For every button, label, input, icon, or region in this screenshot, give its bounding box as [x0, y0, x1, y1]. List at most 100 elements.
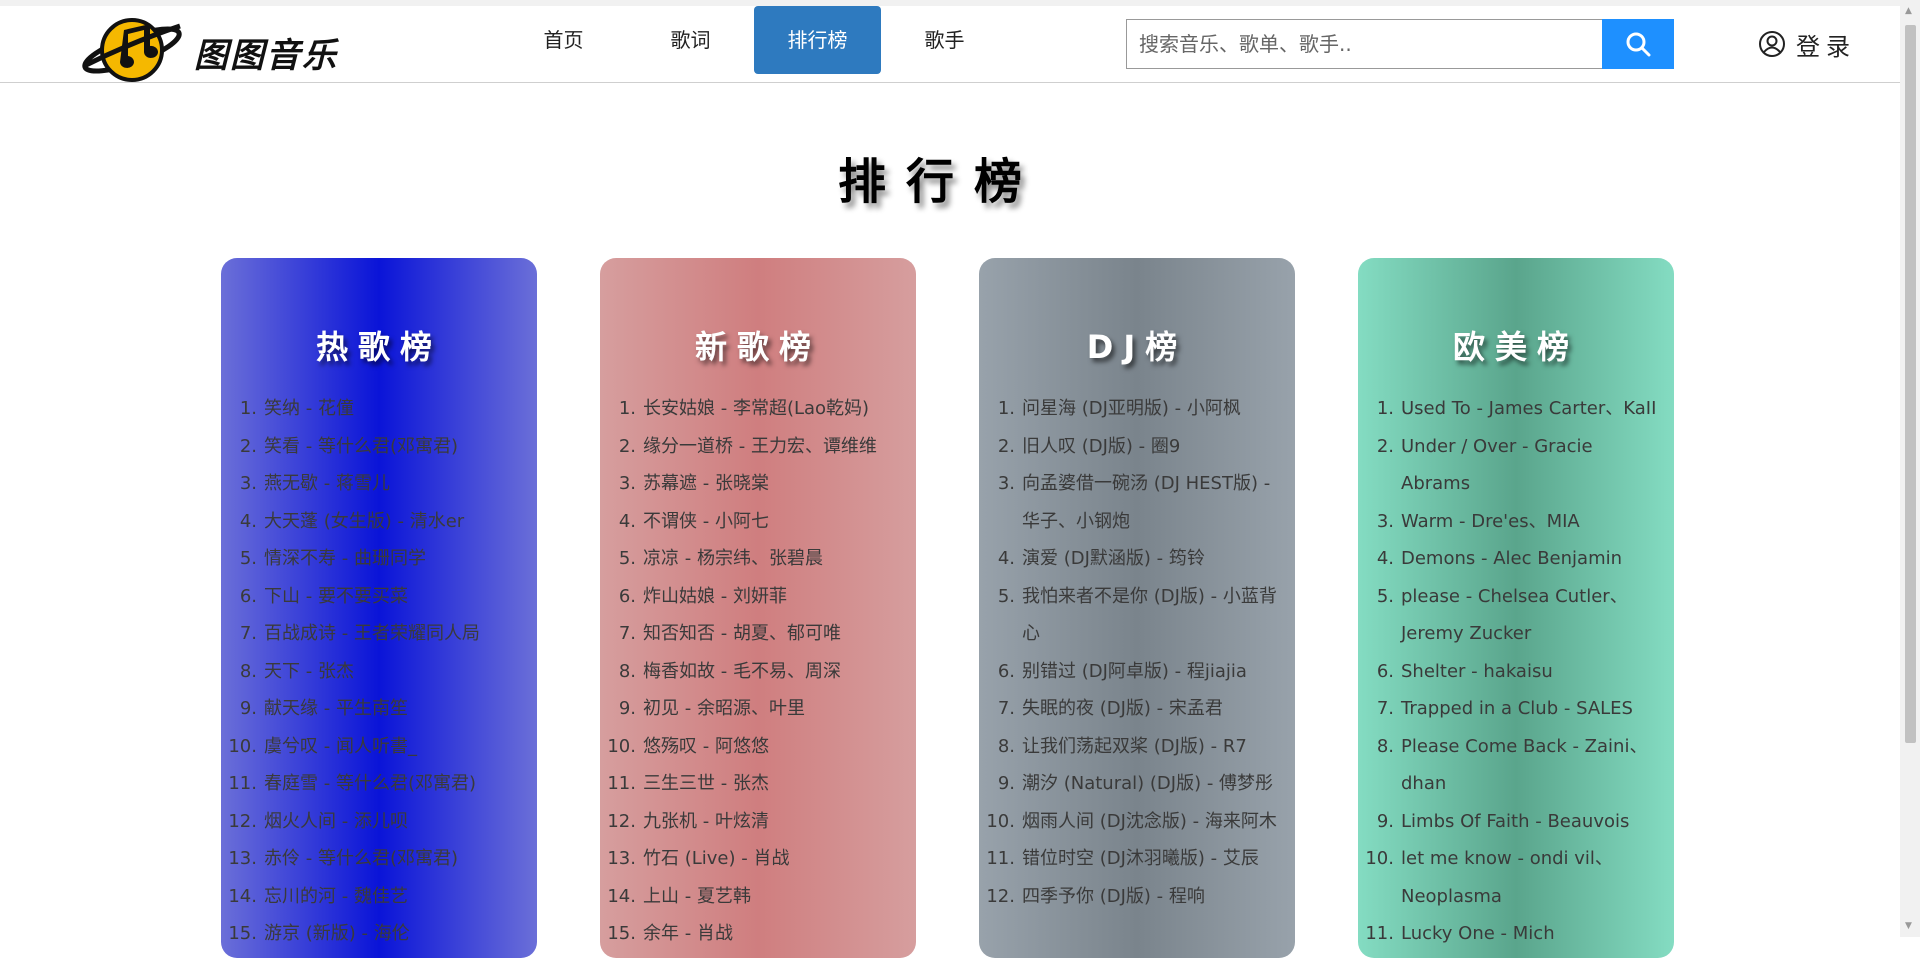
song-title[interactable]: 三生三世 - 张杰: [643, 773, 769, 794]
song-title[interactable]: 演爱 (DJ默涵版) - 筠铃: [1022, 548, 1205, 569]
song-item[interactable]: 14.忘川的河 - 魏佳艺: [221, 878, 523, 916]
song-item[interactable]: 12.烟火人间 - 添儿呗: [221, 803, 523, 841]
song-title[interactable]: Used To - James Carter、KaII: [1401, 398, 1656, 419]
song-item[interactable]: 10.let me know - ondi vil、Neoplasma: [1358, 840, 1660, 915]
song-title[interactable]: 悠殇叹 - 阿悠悠: [643, 736, 769, 757]
song-title[interactable]: 天下 - 张杰: [264, 661, 354, 682]
song-title[interactable]: 凉凉 - 杨宗纬、张碧晨: [643, 548, 823, 569]
song-item[interactable]: 11.错位时空 (DJ沐羽曦版) - 艾辰: [979, 840, 1281, 878]
song-title[interactable]: Shelter - hakaisu: [1401, 661, 1553, 682]
song-title[interactable]: 献天缘 - 平生南笙: [264, 698, 408, 719]
song-title[interactable]: 旧人叹 (DJ版) - 圈9: [1022, 436, 1180, 457]
search-button[interactable]: [1602, 19, 1674, 69]
song-item[interactable]: 3.苏幕遮 - 张晓棠: [600, 465, 902, 503]
song-title[interactable]: 炸山姑娘 - 刘妍菲: [643, 586, 787, 607]
login-button[interactable]: 登录: [1758, 26, 1856, 62]
scroll-thumb[interactable]: [1905, 25, 1916, 743]
song-title[interactable]: 不谓侠 - 小阿七: [643, 511, 769, 532]
song-item[interactable]: 12.九张机 - 叶炫清: [600, 803, 902, 841]
song-item[interactable]: 9.初见 - 余昭源、叶里: [600, 690, 902, 728]
song-title[interactable]: 百战成诗 - 王者荣耀同人局: [264, 623, 480, 644]
song-title[interactable]: 下山 - 要不要买菜: [264, 586, 408, 607]
song-item[interactable]: 6.别错过 (DJ阿卓版) - 程jiajia: [979, 653, 1281, 691]
song-item[interactable]: 7.知否知否 - 胡夏、郁可唯: [600, 615, 902, 653]
song-item[interactable]: 6.Shelter - hakaisu: [1358, 653, 1660, 691]
song-title[interactable]: let me know - ondi vil、Neoplasma: [1401, 848, 1613, 907]
song-title[interactable]: 四季予你 (DJ版) - 程响: [1022, 886, 1205, 907]
scroll-up-icon[interactable]: ▲: [1905, 6, 1912, 16]
song-title[interactable]: Demons - Alec Benjamin: [1401, 548, 1622, 569]
song-item[interactable]: 5.凉凉 - 杨宗纬、张碧晨: [600, 540, 902, 578]
song-item[interactable]: 10.烟雨人间 (DJ沈念版) - 海来阿木: [979, 803, 1281, 841]
nav-home[interactable]: 首页: [500, 6, 627, 74]
song-item[interactable]: 7.Trapped in a Club - SALES: [1358, 690, 1660, 728]
nav-lyrics[interactable]: 歌词: [627, 6, 754, 74]
song-item[interactable]: 15.余年 - 肖战: [600, 915, 902, 953]
song-item[interactable]: 8.天下 - 张杰: [221, 653, 523, 691]
song-item[interactable]: 5.我怕来者不是你 (DJ版) - 小蓝背心: [979, 578, 1281, 653]
song-item[interactable]: 5.情深不寿 - 曲珊同学: [221, 540, 523, 578]
song-title[interactable]: 缘分一道桥 - 王力宏、谭维维: [643, 436, 877, 457]
song-title[interactable]: 虞兮叹 - 闻人听書_: [264, 736, 417, 757]
song-title[interactable]: 初见 - 余昭源、叶里: [643, 698, 805, 719]
song-title[interactable]: Please Come Back - Zaini、dhan: [1401, 736, 1647, 795]
song-item[interactable]: 6.下山 - 要不要买菜: [221, 578, 523, 616]
song-item[interactable]: 8.让我们荡起双桨 (DJ版) - R7: [979, 728, 1281, 766]
song-item[interactable]: 6.炸山姑娘 - 刘妍菲: [600, 578, 902, 616]
song-title[interactable]: 大天蓬 (女生版) - 清水er: [264, 511, 464, 532]
scroll-down-icon[interactable]: ▼: [1905, 921, 1912, 931]
song-title[interactable]: 错位时空 (DJ沐羽曦版) - 艾辰: [1022, 848, 1259, 869]
song-item[interactable]: 4.大天蓬 (女生版) - 清水er: [221, 503, 523, 541]
song-title[interactable]: Warm - Dre'es、MIA: [1401, 511, 1580, 532]
song-title[interactable]: 失眠的夜 (DJ版) - 宋孟君: [1022, 698, 1223, 719]
song-title[interactable]: Under / Over - Gracie Abrams: [1401, 436, 1593, 495]
song-title[interactable]: 情深不寿 - 曲珊同学: [264, 548, 426, 569]
song-title[interactable]: 烟火人间 - 添儿呗: [264, 811, 408, 832]
song-item[interactable]: 1.问星海 (DJ亚明版) - 小阿枫: [979, 390, 1281, 428]
scrollbar[interactable]: ▲ ▼: [1900, 0, 1920, 937]
song-item[interactable]: 11.春庭雪 - 等什么君(邓寓君): [221, 765, 523, 803]
song-title[interactable]: 春庭雪 - 等什么君(邓寓君): [264, 773, 476, 794]
song-title[interactable]: 潮汐 (Natural) (DJ版) - 傅梦彤: [1022, 773, 1273, 794]
song-title[interactable]: 游京 (新版) - 海伦: [264, 923, 410, 944]
song-title[interactable]: 竹石 (Live) - 肖战: [643, 848, 789, 869]
song-item[interactable]: 12.hotline bling - Billie Eilish: [1358, 953, 1660, 958]
song-title[interactable]: 烟雨人间 (DJ沈念版) - 海来阿木: [1022, 811, 1277, 832]
song-item[interactable]: 11.三生三世 - 张杰: [600, 765, 902, 803]
song-item[interactable]: 9.献天缘 - 平生南笙: [221, 690, 523, 728]
song-item[interactable]: 5.please - Chelsea Cutler、Jeremy Zucker: [1358, 578, 1660, 653]
song-title[interactable]: Lucky One - Mich: [1401, 923, 1555, 944]
song-title[interactable]: 笑纳 - 花僮: [264, 398, 354, 419]
song-item[interactable]: 11.Lucky One - Mich: [1358, 915, 1660, 953]
song-item[interactable]: 15.游京 (新版) - 海伦: [221, 915, 523, 953]
song-title[interactable]: 梅香如故 - 毛不易、周深: [643, 661, 841, 682]
song-title[interactable]: 别错过 (DJ阿卓版) - 程jiajia: [1022, 661, 1247, 682]
song-title[interactable]: 忘川的河 - 魏佳艺: [264, 886, 408, 907]
song-item[interactable]: 10.悠殇叹 - 阿悠悠: [600, 728, 902, 766]
song-title[interactable]: 余年 - 肖战: [643, 923, 733, 944]
song-item[interactable]: 3.燕无歇 - 蒋雪儿: [221, 465, 523, 503]
song-item[interactable]: 9.Limbs Of Faith - Beauvois: [1358, 803, 1660, 841]
song-item[interactable]: 4.演爱 (DJ默涵版) - 筠铃: [979, 540, 1281, 578]
search-input[interactable]: [1126, 19, 1602, 69]
song-item[interactable]: 10.虞兮叹 - 闻人听書_: [221, 728, 523, 766]
song-item[interactable]: 13.赤伶 - 等什么君(邓寓君): [221, 840, 523, 878]
song-item[interactable]: 8.梅香如故 - 毛不易、周深: [600, 653, 902, 691]
song-title[interactable]: 长安姑娘 - 李常超(Lao乾妈): [643, 398, 869, 419]
song-title[interactable]: Trapped in a Club - SALES: [1401, 698, 1633, 719]
song-title[interactable]: 笑看 - 等什么君(邓寓君): [264, 436, 458, 457]
song-item[interactable]: 2.旧人叹 (DJ版) - 圈9: [979, 428, 1281, 466]
song-item[interactable]: 1.Used To - James Carter、KaII: [1358, 390, 1660, 428]
song-title[interactable]: 九张机 - 叶炫清: [643, 811, 769, 832]
song-title[interactable]: 燕无歇 - 蒋雪儿: [264, 473, 390, 494]
song-title[interactable]: 向孟婆借一碗汤 (DJ HEST版) - 华子、小钢炮: [1022, 473, 1270, 532]
song-item[interactable]: 7.失眠的夜 (DJ版) - 宋孟君: [979, 690, 1281, 728]
song-item[interactable]: 2.Under / Over - Gracie Abrams: [1358, 428, 1660, 503]
song-title[interactable]: 我怕来者不是你 (DJ版) - 小蓝背心: [1022, 586, 1277, 645]
song-item[interactable]: 3.向孟婆借一碗汤 (DJ HEST版) - 华子、小钢炮: [979, 465, 1281, 540]
logo[interactable]: 图图音乐: [80, 12, 360, 82]
song-title[interactable]: please - Chelsea Cutler、Jeremy Zucker: [1401, 586, 1628, 645]
song-title[interactable]: Limbs Of Faith - Beauvois: [1401, 811, 1629, 832]
song-item[interactable]: 4.不谓侠 - 小阿七: [600, 503, 902, 541]
song-title[interactable]: 苏幕遮 - 张晓棠: [643, 473, 769, 494]
